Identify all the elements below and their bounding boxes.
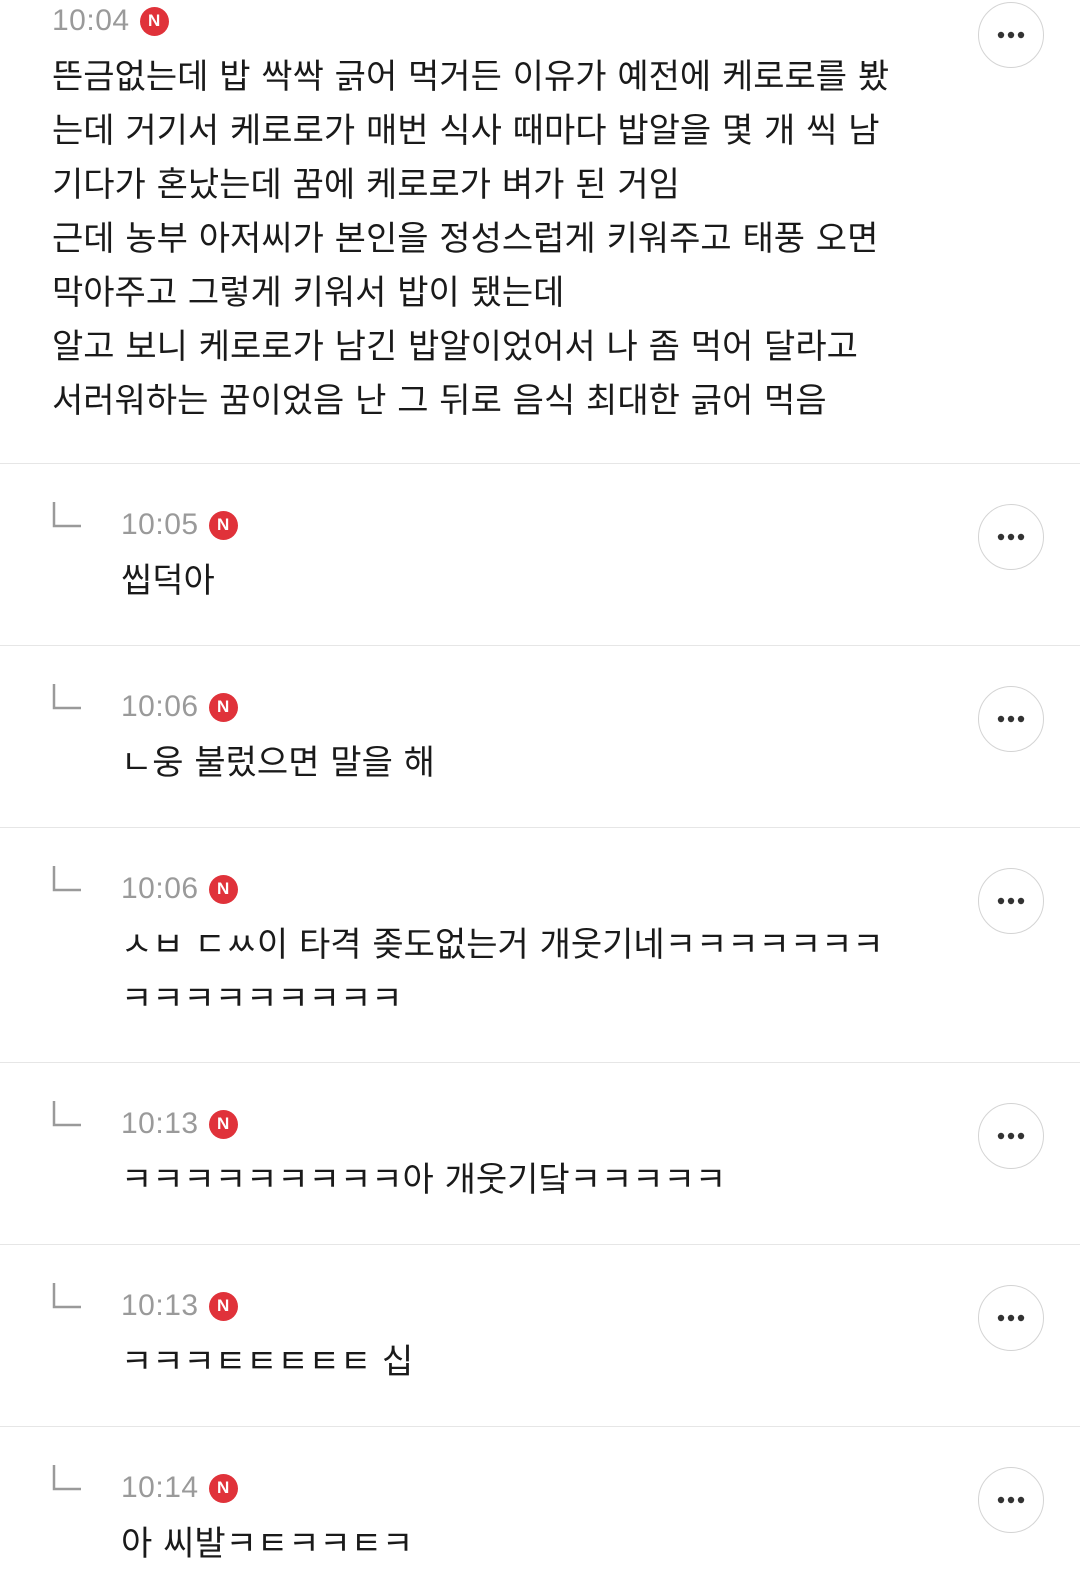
- new-badge: N: [139, 6, 169, 36]
- comment-meta: 10:05 N: [121, 508, 238, 542]
- comment-meta: 10:04 N: [52, 4, 169, 38]
- comment-time: 10:13: [121, 1289, 199, 1322]
- ellipsis-icon: [997, 1314, 1025, 1322]
- comment-line: 막아주고 그렇게 키워서 밥이 됐는데: [52, 273, 565, 313]
- reply-comment: 10:06 N ㄴ웅 불렀으면 말을 해: [0, 646, 1080, 828]
- reply-comment: 10:14 N 아 씨발ㅋㅌㅋㅋㅌㅋ: [0, 1427, 1080, 1573]
- comment-line: 씹덕아: [121, 561, 215, 601]
- comment-body: ㅋㅋㅋㅋㅋㅋㅋㅋㅋ아 개웃기닼ㅋㅋㅋㅋㅋ: [121, 1153, 726, 1207]
- comment-body: 아 씨발ㅋㅌㅋㅋㅌㅋ: [121, 1517, 413, 1571]
- ellipsis-icon: [997, 1496, 1025, 1504]
- more-options-button[interactable]: [978, 1467, 1044, 1533]
- reply-comment: 10:13 N ㅋㅋㅋㅋㅋㅋㅋㅋㅋ아 개웃기닼ㅋㅋㅋㅋㅋ: [0, 1063, 1080, 1245]
- new-badge: N: [208, 1473, 238, 1503]
- new-badge: N: [208, 874, 238, 904]
- reply-comment: 10:13 N ㅋㅋㅋㅌㅌㅌㅌㅌ 십: [0, 1245, 1080, 1427]
- comment-time: 10:06: [121, 690, 199, 723]
- comment-body: ㅅㅂ ㄷㅆ이 타격 좆도없는거 개웃기네ㅋㅋㅋㅋㅋㅋㅋ ㅋㅋㅋㅋㅋㅋㅋㅋㅋ: [121, 918, 884, 1026]
- reply-comment: 10:06 N ㅅㅂ ㄷㅆ이 타격 좆도없는거 개웃기네ㅋㅋㅋㅋㅋㅋㅋ ㅋㅋㅋㅋㅋㅋㅋ…: [0, 828, 1080, 1063]
- reply-arrow-icon: [52, 684, 81, 710]
- comment-body: ㄴ웅 불렀으면 말을 해: [121, 736, 435, 790]
- comment-time: 10:05: [121, 508, 199, 541]
- ellipsis-icon: [997, 897, 1025, 905]
- comment-line: 는데 거기서 케로로가 매번 식사 때마다 밥알을 몇 개 씩 남: [52, 111, 880, 151]
- reply-arrow-icon: [52, 866, 81, 892]
- comment-line: 뜬금없는데 밥 싹싹 긁어 먹거든 이유가 예전에 케로로를 봤: [52, 57, 890, 97]
- more-options-button[interactable]: [978, 1285, 1044, 1351]
- comment-meta: 10:06 N: [121, 690, 238, 724]
- comment-body: ㅋㅋㅋㅌㅌㅌㅌㅌ 십: [121, 1335, 413, 1389]
- ellipsis-icon: [997, 1132, 1025, 1140]
- more-options-button[interactable]: [978, 868, 1044, 934]
- ellipsis-icon: [997, 715, 1025, 723]
- more-options-button[interactable]: [978, 2, 1044, 68]
- comment-time: 10:13: [121, 1107, 199, 1140]
- comment-body: 씹덕아: [121, 554, 215, 608]
- ellipsis-icon: [997, 533, 1025, 541]
- reply-arrow-icon: [52, 1465, 81, 1491]
- comment-line: ㅋㅋㅋㅋㅋㅋㅋㅋㅋ: [121, 979, 403, 1019]
- new-badge: N: [208, 1291, 238, 1321]
- new-badge: N: [208, 1109, 238, 1139]
- new-badge: N: [208, 510, 238, 540]
- comment-line: ㅋㅋㅋㅌㅌㅌㅌㅌ 십: [121, 1342, 414, 1382]
- comment-time: 10:14: [121, 1471, 199, 1504]
- comment-line: ㄴ웅 불렀으면 말을 해: [121, 743, 435, 783]
- reply-comment: 10:05 N 씹덕아: [0, 464, 1080, 646]
- comment-line: 근데 농부 아저씨가 본인을 정성스럽게 키워주고 태풍 오면: [52, 219, 879, 259]
- more-options-button[interactable]: [978, 1103, 1044, 1169]
- comment-line: ㅅㅂ ㄷㅆ이 타격 좆도없는거 개웃기네ㅋㅋㅋㅋㅋㅋㅋ: [121, 925, 884, 965]
- comment-line: 기다가 혼났는데 꿈에 케로로가 벼가 된 거임: [52, 165, 680, 205]
- reply-arrow-icon: [52, 1101, 81, 1127]
- comment-time: 10:06: [121, 872, 199, 905]
- ellipsis-icon: [997, 31, 1025, 39]
- comment-time: 10:04: [52, 4, 130, 37]
- comment-line: 아 씨발ㅋㅌㅋㅋㅌㅋ: [121, 1524, 414, 1564]
- comment: 10:04 N 뜬금없는데 밥 싹싹 긁어 먹거든 이유가 예전에 케로로를 봤는데…: [0, 0, 1080, 464]
- reply-arrow-icon: [52, 1283, 81, 1309]
- comment-list: 10:04 N 뜬금없는데 밥 싹싹 긁어 먹거든 이유가 예전에 케로로를 봤는데…: [0, 0, 1080, 1573]
- comment-line: 서러워하는 꿈이었음 난 그 뒤로 음식 최대한 긁어 먹음: [52, 381, 827, 421]
- comment-line: 알고 보니 케로로가 남긴 밥알이었어서 나 좀 먹어 달라고: [52, 327, 858, 367]
- more-options-button[interactable]: [978, 504, 1044, 570]
- comment-meta: 10:13 N: [121, 1289, 238, 1323]
- comment-meta: 10:13 N: [121, 1107, 238, 1141]
- reply-arrow-icon: [52, 502, 81, 528]
- comment-meta: 10:06 N: [121, 872, 238, 906]
- comment-meta: 10:14 N: [121, 1471, 238, 1505]
- more-options-button[interactable]: [978, 686, 1044, 752]
- comment-line: ㅋㅋㅋㅋㅋㅋㅋㅋㅋ아 개웃기닼ㅋㅋㅋㅋㅋ: [121, 1160, 727, 1200]
- comment-body: 뜬금없는데 밥 싹싹 긁어 먹거든 이유가 예전에 케로로를 봤는데 거기서 케…: [52, 50, 889, 428]
- new-badge: N: [208, 692, 238, 722]
